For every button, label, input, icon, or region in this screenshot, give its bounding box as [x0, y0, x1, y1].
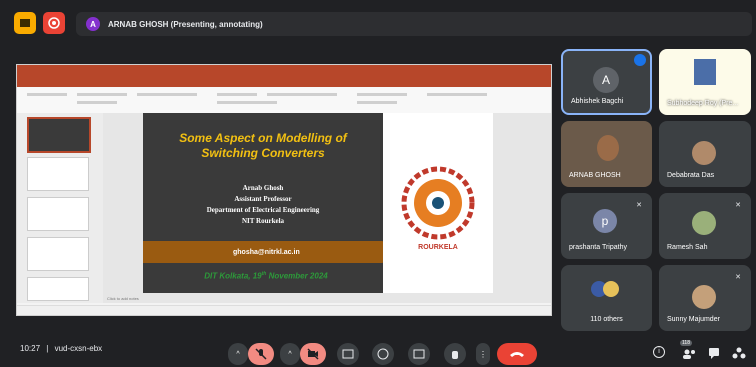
- captions-icon: [342, 349, 354, 359]
- video-options-button[interactable]: ^: [280, 343, 300, 365]
- slide-dark-panel: Some Aspect on Modelling of Switching Co…: [143, 113, 383, 293]
- present-icon: [413, 349, 425, 359]
- slide-email: ghosha@nitrkl.ac.in: [233, 249, 300, 256]
- more-vert-icon: ⋮: [479, 349, 487, 359]
- slide-thumbnail[interactable]: [27, 197, 89, 231]
- mic-off-icon: ✕: [636, 202, 642, 209]
- presenter-label: ARNAB GHOSH (Presenting, annotating): [108, 19, 263, 29]
- participant-avatar: [692, 211, 716, 235]
- presenter-avatar: A: [86, 17, 100, 31]
- participant-tile[interactable]: ✕ p prashanta Tripathy: [561, 193, 652, 259]
- participant-name: ARNAB GHOSH: [569, 172, 621, 179]
- participant-name: 110 others: [590, 316, 623, 323]
- add-notes-hint[interactable]: Click to add notes: [107, 296, 139, 301]
- participant-tile[interactable]: Subhodeep Roy (Pre...: [659, 49, 751, 115]
- camera-toggle-button[interactable]: [300, 343, 326, 365]
- participant-avatar: [603, 281, 619, 297]
- slide-author-position: Assistant Professor: [234, 195, 292, 203]
- slide-title: Some Aspect on Modelling of Switching Co…: [179, 131, 347, 160]
- slide-venue-text: DIT Kolkata, 19: [204, 271, 262, 281]
- shared-screen[interactable]: Some Aspect on Modelling of Switching Co…: [16, 64, 552, 316]
- participant-avatar: A: [593, 67, 619, 93]
- ppt-menu: [17, 77, 551, 87]
- mic-toggle-button[interactable]: [248, 343, 274, 365]
- participant-avatar: p: [593, 209, 617, 233]
- participant-tile[interactable]: ✕ Sunny Majumder: [659, 265, 751, 331]
- slide-canvas[interactable]: Some Aspect on Modelling of Switching Co…: [103, 113, 551, 303]
- audio-options-button[interactable]: ^: [228, 343, 248, 365]
- participant-avatar: [692, 285, 716, 309]
- meeting-time: 10:27 | vud-cxsn-ebx: [20, 344, 102, 353]
- leave-call-button[interactable]: [497, 343, 537, 365]
- record-icon[interactable]: [43, 12, 65, 34]
- slide-venue: DIT Kolkata, 19th November 2024: [161, 271, 371, 281]
- clock: 10:27: [20, 344, 41, 353]
- participant-tile[interactable]: 110 others: [561, 265, 652, 331]
- participant-name: Debabrata Das: [667, 172, 715, 179]
- participant-name: prashanta Tripathy: [569, 244, 627, 251]
- participant-tile[interactable]: Debabrata Das: [659, 121, 751, 187]
- participant-count-badge: 118: [680, 340, 692, 346]
- slide-thumbnails[interactable]: [17, 113, 104, 303]
- participant-video: [597, 135, 619, 161]
- ppt-ribbon: [17, 87, 551, 114]
- folder-icon[interactable]: [14, 12, 36, 34]
- captions-button[interactable]: [337, 343, 359, 365]
- slide-thumbnail[interactable]: [27, 277, 89, 301]
- participant-name: Sunny Majumder: [667, 316, 720, 323]
- slide-thumbnail[interactable]: [27, 157, 89, 191]
- mic-off-icon: ✕: [735, 274, 741, 281]
- slide-author-block: Arnab Ghosh Assistant Professor Departme…: [153, 183, 373, 227]
- presenter-banner: A ARNAB GHOSH (Presenting, annotating): [76, 12, 752, 36]
- participant-tile[interactable]: A Abhishek Bagchi: [561, 49, 652, 115]
- raise-hand-button[interactable]: [444, 343, 466, 365]
- participant-video: [694, 59, 716, 85]
- reactions-button[interactable]: [372, 343, 394, 365]
- nit-logo-text: ROURKELA: [418, 244, 458, 251]
- participant-name: Ramesh Sah: [667, 244, 708, 251]
- participant-name: Abhishek Bagchi: [571, 98, 624, 105]
- slide-thumbnail[interactable]: [27, 117, 91, 153]
- divider: |: [46, 344, 49, 353]
- slide-logo-panel: ROURKELA: [383, 113, 493, 293]
- people-button[interactable]: 118: [680, 340, 698, 362]
- slide-author-department: Department of Electrical Engineering: [206, 206, 320, 214]
- meeting-code: vud-cxsn-ebx: [54, 344, 103, 353]
- emoji-icon: [377, 348, 389, 360]
- nit-logo-icon: ROURKELA: [401, 166, 475, 251]
- camera-off-icon: [307, 348, 319, 360]
- meeting-info-icon[interactable]: i: [653, 346, 665, 358]
- ppt-statusbar: [17, 305, 551, 315]
- people-icon: [683, 349, 695, 359]
- end-call-icon: [510, 352, 524, 357]
- participant-tile[interactable]: ✕ Ramesh Sah: [659, 193, 751, 259]
- mic-off-icon: [255, 348, 267, 360]
- activities-icon[interactable]: [732, 346, 746, 364]
- chat-icon[interactable]: [708, 346, 720, 364]
- participant-name: Subhodeep Roy (Pre...: [667, 100, 739, 107]
- slide-author-institute: NIT Rourkela: [241, 217, 285, 225]
- slide-venue-text-end: November 2024: [266, 271, 328, 281]
- current-slide: Some Aspect on Modelling of Switching Co…: [143, 113, 493, 293]
- ppt-titlebar: [17, 65, 551, 77]
- present-button[interactable]: [408, 343, 430, 365]
- hand-icon: [452, 351, 458, 359]
- participant-avatar: [692, 141, 716, 165]
- participant-tile[interactable]: ARNAB GHOSH: [561, 121, 652, 187]
- more-options-button[interactable]: ⋮: [476, 343, 490, 365]
- mic-off-icon: ✕: [735, 202, 741, 209]
- slide-thumbnail[interactable]: [27, 237, 89, 271]
- slide-author-name: Arnab Ghosh: [242, 184, 284, 192]
- presenting-icon: [634, 54, 646, 66]
